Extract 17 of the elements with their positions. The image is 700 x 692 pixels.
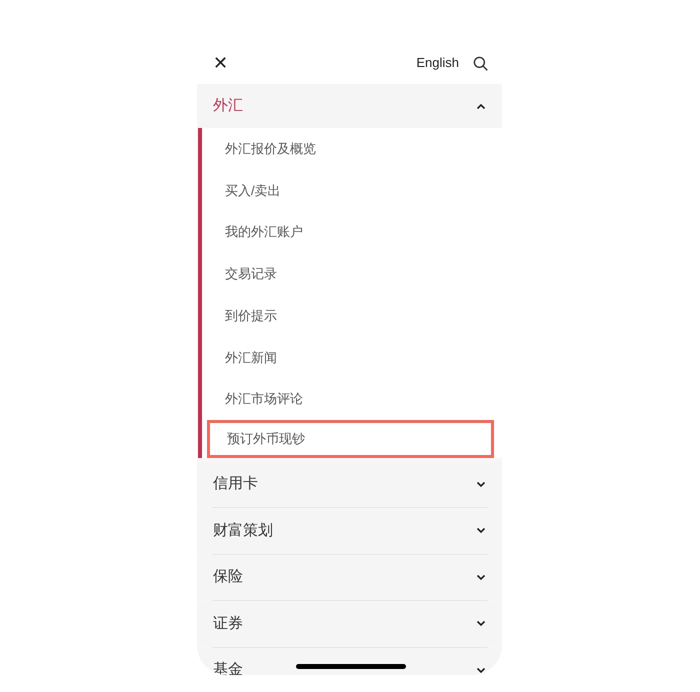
submenu-item[interactable]: 到价提示 [205, 294, 495, 336]
submenu-item[interactable]: 外汇市场评论 [205, 378, 495, 420]
submenu-item[interactable]: 买入/卖出 [205, 170, 495, 212]
chevron-down-icon [476, 480, 486, 488]
submenu-item[interactable]: 交易记录 [205, 253, 495, 295]
chevron-down-icon [476, 666, 486, 674]
chevron-up-icon [476, 102, 486, 110]
language-link[interactable]: English [416, 53, 459, 73]
search-button[interactable] [473, 56, 488, 70]
chevron-down-icon [476, 574, 486, 581]
submenu-item[interactable]: 外汇新闻 [205, 336, 495, 378]
submenu-item[interactable]: 预订外币现钞 [207, 420, 494, 458]
submenu-item[interactable]: 外汇报价及概览 [205, 128, 495, 170]
chevron-down-icon [476, 527, 486, 534]
submenu-item[interactable]: 我的外汇账户 [205, 211, 495, 254]
close-button[interactable]: ✕ [213, 54, 228, 72]
chevron-down-icon [476, 620, 486, 628]
